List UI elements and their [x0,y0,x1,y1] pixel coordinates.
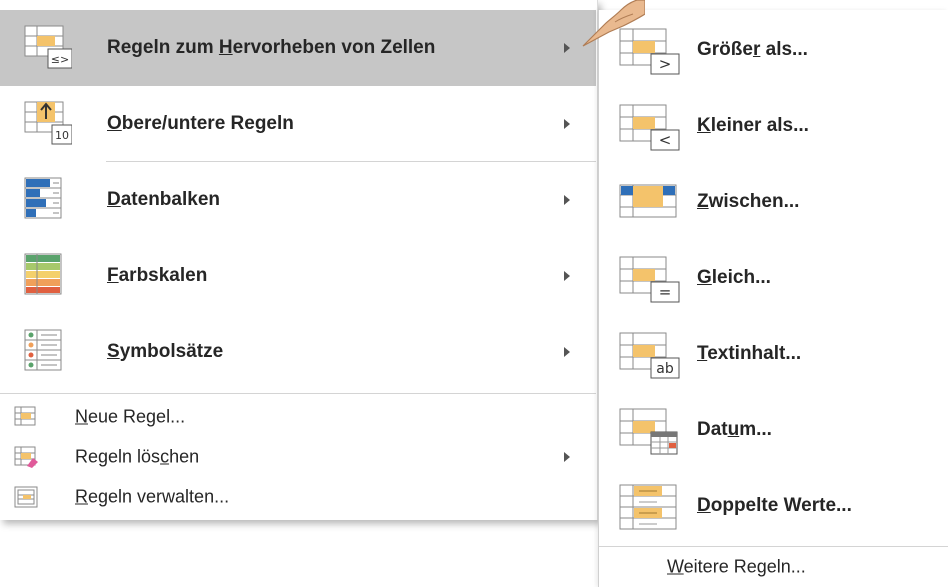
menu-item-highlight-cells-rules[interactable]: ≤> Regeln zum Hervorheben von Zellen [0,10,596,86]
menu-item-icon-sets[interactable]: Symbolsätze [0,314,596,390]
color-scales-icon [24,253,62,295]
icon-sets-icon [24,329,62,371]
svg-text:ab: ab [656,361,674,377]
submenu-arrow-icon [564,347,570,357]
less-than-icon: < [619,104,680,151]
clear-rules-icon [14,446,38,468]
between-icon [619,184,677,218]
menu-item-label: Obere/untere Regeln [107,113,294,134]
submenu-item-date-occurring[interactable]: Datum... [599,392,948,468]
menu-item-top-bottom-rules[interactable]: 10 Obere/untere Regeln [0,86,596,162]
svg-text:<: < [659,131,672,149]
hand-cursor-icon [582,0,645,47]
svg-text:10: 10 [55,129,69,142]
menu-item-label: Datenbalken [107,189,220,210]
submenu-item-label: Doppelte Werte... [697,495,852,516]
manage-rules-icon [14,486,38,508]
submenu-arrow-icon [564,119,570,129]
menu-item-label: Symbolsätze [107,341,224,362]
svg-text:>: > [659,55,672,73]
menu-item-label: Neue Regel... [75,406,186,427]
equal-to-icon: = [619,256,680,303]
svg-text:≤>: ≤> [51,53,69,66]
conditional-formatting-menu: ≤> Regeln zum Hervorheben von Zellen 10 … [0,0,598,520]
submenu-item-between[interactable]: Zwischen... [599,164,948,240]
submenu-item-text-contains[interactable]: ab Textinhalt... [599,316,948,392]
menu-item-data-bars[interactable]: Datenbalken [0,162,596,238]
data-bars-icon [24,177,62,219]
submenu-item-greater-than[interactable]: > Größer als... [599,12,948,88]
svg-text:=: = [659,283,672,301]
submenu-arrow-icon [564,43,570,53]
submenu-arrow-icon [564,195,570,205]
new-rule-icon [14,406,36,426]
menu-item-label: Regeln verwalten... [75,486,230,507]
submenu-item-label: Weitere Regeln... [667,556,806,576]
highlight-cells-icon: ≤> [24,25,72,69]
menu-separator [0,393,596,394]
duplicate-values-icon [619,484,677,530]
submenu-item-duplicate-values[interactable]: Doppelte Werte... [599,468,948,544]
highlight-cells-submenu: > Größer als... < Kleiner als... Zwische… [598,10,948,587]
submenu-item-label: Datum... [697,419,772,440]
submenu-item-label: Textinhalt... [697,343,802,364]
date-occurring-icon [619,408,678,455]
submenu-item-more-rules[interactable]: Weitere Regeln... [599,546,948,587]
text-contains-icon: ab [619,332,680,379]
menu-item-clear-rules[interactable]: Regeln löschen [0,437,596,477]
submenu-item-label: Kleiner als... [697,115,809,136]
submenu-item-label: Gleich... [697,267,771,288]
submenu-item-label: Größer als... [697,39,808,60]
menu-item-new-rule[interactable]: Neue Regel... [0,397,596,437]
submenu-item-less-than[interactable]: < Kleiner als... [599,88,948,164]
submenu-item-equal-to[interactable]: = Gleich... [599,240,948,316]
submenu-arrow-icon [564,452,570,462]
submenu-arrow-icon [564,271,570,281]
menu-item-manage-rules[interactable]: Regeln verwalten... [0,477,596,517]
submenu-item-label: Zwischen... [697,191,800,212]
menu-item-label: Regeln zum Hervorheben von Zellen [107,37,436,58]
top-bottom-rules-icon: 10 [24,101,72,145]
menu-item-label: Regeln löschen [75,446,200,467]
menu-item-label: Farbskalen [107,265,208,286]
menu-item-color-scales[interactable]: Farbskalen [0,238,596,314]
